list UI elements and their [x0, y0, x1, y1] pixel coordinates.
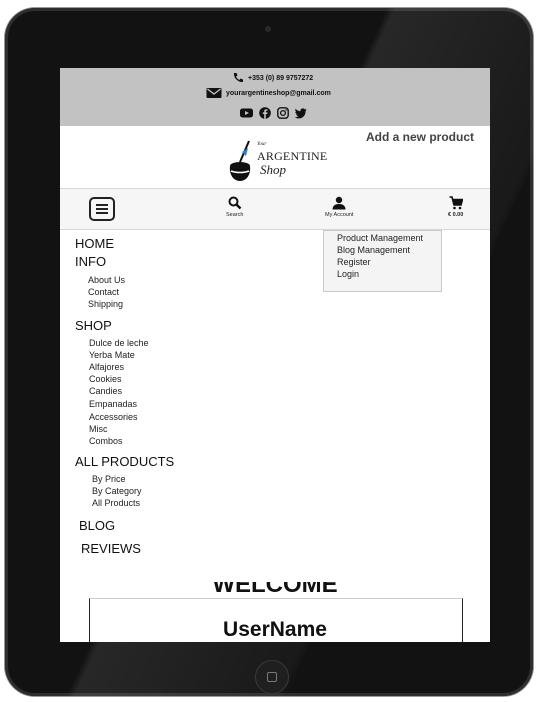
menu-item-empanadas[interactable]: Empanadas: [89, 399, 137, 409]
cart-icon: [449, 196, 464, 210]
mate-cup-logo-icon: [229, 140, 251, 181]
welcome-username: UserName: [223, 618, 327, 641]
home-button[interactable]: [255, 660, 289, 694]
hamburger-line-icon: [96, 212, 108, 214]
logo-text-shop: Shop: [260, 162, 286, 177]
twitter-icon[interactable]: [294, 106, 307, 124]
menu-item-about-us[interactable]: About Us: [88, 275, 125, 285]
menu-item-all-products[interactable]: All Products: [92, 498, 140, 508]
email-address[interactable]: yourargentineshop@gmail.com: [226, 90, 331, 97]
account-dropdown: Product Management Blog Management Regis…: [323, 230, 442, 292]
main-navbar: Search My Account € 0.00: [60, 189, 490, 230]
menu-item-cookies[interactable]: Cookies: [89, 374, 122, 384]
welcome-text: WELCOME: [212, 582, 338, 598]
menu-shop[interactable]: SHOP: [75, 318, 112, 333]
email-icon: [206, 88, 222, 98]
dropdown-item-product-management[interactable]: Product Management: [324, 231, 441, 244]
user-icon: [332, 196, 346, 210]
contact-bar: +353 (0) 89 9757272 yourargentineshop@gm…: [60, 68, 490, 126]
hamburger-menu-button[interactable]: [89, 197, 115, 221]
phone-number[interactable]: +353 (0) 89 9757272: [248, 75, 313, 82]
email-row: yourargentineshop@gmail.com: [206, 87, 331, 99]
menu-item-yerba-mate[interactable]: Yerba Mate: [89, 350, 135, 360]
instagram-icon[interactable]: [277, 106, 289, 124]
phone-icon: [233, 73, 243, 83]
my-account-label: My Account: [325, 212, 354, 218]
home-button-icon: [267, 672, 277, 682]
site-logo[interactable]: Your ARGENTINE Shop: [228, 138, 328, 186]
menu-all-products[interactable]: ALL PRODUCTS: [75, 454, 174, 469]
search-label: Search: [226, 212, 244, 218]
menu-reviews[interactable]: REVIEWS: [81, 541, 141, 556]
menu-item-dulce-de-leche[interactable]: Dulce de leche: [89, 338, 149, 348]
cart-total: € 0.00: [448, 212, 464, 218]
menu-blog[interactable]: BLOG: [79, 518, 115, 533]
menu-item-candies[interactable]: Candies: [89, 386, 122, 396]
menu-item-misc[interactable]: Misc: [89, 424, 108, 434]
facebook-icon[interactable]: [259, 106, 271, 124]
dropdown-item-register[interactable]: Register: [324, 256, 441, 268]
search-button[interactable]: Search: [226, 196, 243, 218]
add-product-link[interactable]: Add a new product: [366, 130, 474, 144]
menu-info[interactable]: INFO: [75, 254, 106, 269]
menu-item-combos[interactable]: Combos: [89, 436, 123, 446]
menu-item-accessories[interactable]: Accessories: [89, 412, 138, 422]
menu-item-alfajores[interactable]: Alfajores: [89, 362, 124, 372]
youtube-icon[interactable]: [240, 106, 253, 124]
menu-item-contact[interactable]: Contact: [88, 287, 119, 297]
logo-text-your: Your: [257, 142, 267, 147]
phone-row: +353 (0) 89 9757272: [232, 72, 313, 84]
tablet-screen: +353 (0) 89 9757272 yourargentineshop@gm…: [60, 68, 490, 642]
hamburger-line-icon: [96, 208, 108, 210]
dropdown-item-login[interactable]: Login: [324, 268, 441, 280]
menu-item-by-price[interactable]: By Price: [92, 474, 126, 484]
camera: [265, 26, 271, 32]
cart-button[interactable]: € 0.00: [448, 196, 463, 218]
dropdown-item-blog-management[interactable]: Blog Management: [324, 244, 441, 256]
search-icon: [228, 196, 242, 210]
brand-header: Add a new product Your ARGENTINE Shop: [60, 126, 490, 189]
social-links: [240, 106, 307, 124]
my-account-button[interactable]: My Account: [325, 196, 353, 218]
menu-home[interactable]: HOME: [75, 236, 114, 251]
menu-item-by-category[interactable]: By Category: [92, 486, 142, 496]
hamburger-line-icon: [96, 204, 108, 206]
welcome-heading: WELCOME: [60, 582, 490, 602]
menu-item-shipping[interactable]: Shipping: [88, 299, 123, 309]
